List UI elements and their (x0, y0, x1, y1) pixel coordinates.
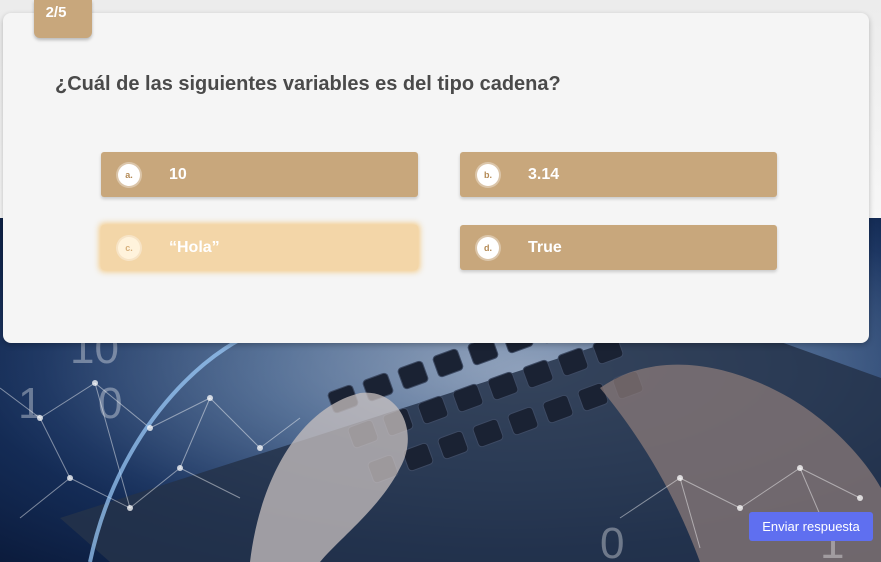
option-d[interactable]: d. True (460, 225, 777, 270)
option-text-b: 3.14 (528, 166, 560, 183)
option-letter-b: b. (477, 164, 499, 186)
submit-answer-button[interactable]: Enviar respuesta (749, 512, 873, 541)
option-a[interactable]: a. 10 (101, 152, 418, 197)
svg-text:0: 0 (98, 379, 122, 428)
option-text-c: “Hola” (169, 239, 220, 256)
option-text-d: True (528, 239, 562, 256)
option-letter-a: a. (118, 164, 140, 186)
option-text-a: 10 (169, 166, 187, 183)
svg-text:0: 0 (600, 519, 624, 562)
option-letter-c: c. (118, 237, 140, 259)
svg-text:1: 1 (18, 379, 42, 428)
question-text: ¿Cuál de las siguientes variables es del… (55, 73, 561, 95)
option-b[interactable]: b. 3.14 (460, 152, 777, 197)
question-counter-badge: 2/5 (34, 0, 92, 38)
option-letter-d: d. (477, 237, 499, 259)
option-c[interactable]: c. “Hola” (101, 225, 418, 270)
